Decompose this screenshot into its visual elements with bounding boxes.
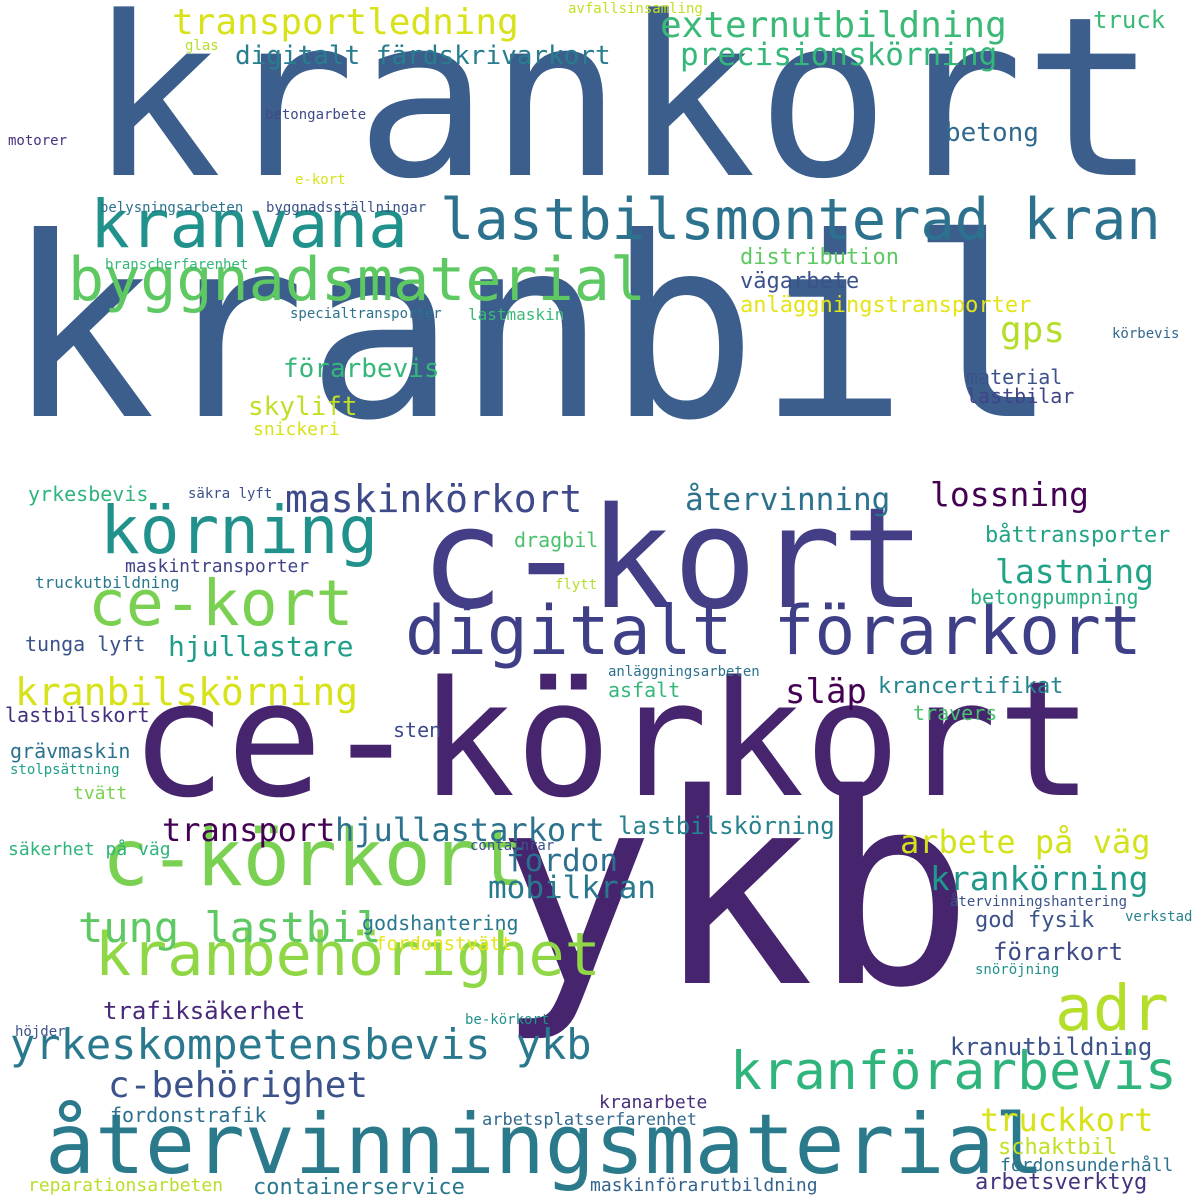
word-lossning: lossning [930, 475, 1089, 514]
word-cloud: kranbil krankort ykb ce-körkort c-kort d… [0, 0, 1200, 1200]
word-arbetsverktyg: arbetsverktyg [975, 1170, 1148, 1195]
word-truckkort: truckkort [980, 1101, 1154, 1139]
word-tvatt: tvätt [73, 783, 128, 804]
word-flytt: flytt [555, 577, 598, 593]
word-distribution: distribution [740, 245, 899, 270]
word-anlaggningsarbeten: anläggningsarbeten [608, 664, 760, 680]
word-arbete-pa-vag: arbete på väg [900, 823, 1151, 861]
word-motorer: motorer [8, 133, 68, 149]
word-godshantering: godshantering [362, 911, 519, 935]
word-reparationsarbeten: reparationsarbeten [28, 1175, 224, 1196]
word-e-kort: e-kort [295, 172, 346, 188]
word-tung-lastbil: tung lastbil [78, 903, 382, 952]
word-truckutbildning: truckutbildning [35, 573, 180, 592]
word-sakerhet-pa-vag: säkerhet på väg [8, 839, 171, 860]
word-skylift: skylift [248, 392, 358, 422]
word-lastbilskort: lastbilskort [5, 703, 150, 727]
word-avfallsinsamling: avfallsinsamling [568, 1, 703, 17]
word-fordonstrafik: fordonstrafik [110, 1103, 267, 1127]
word-transportledning: transportledning [172, 2, 519, 43]
word-sakra-lyft: säkra lyft [188, 486, 273, 502]
word-stolpsattning: stolpsättning [10, 762, 120, 778]
word-fordonstvatt: fordonstvätt [375, 933, 513, 955]
word-hjullastare: hjullastare [168, 630, 354, 663]
word-truck: truck [1093, 6, 1166, 34]
word-lastning: lastning [995, 552, 1154, 591]
word-asfalt: asfalt [608, 678, 681, 702]
word-lastbilsmonterad-kran: lastbilsmonterad kran [440, 187, 1161, 253]
word-lastbilskorning: lastbilskörning [618, 812, 835, 840]
word-containerservice: containerservice [253, 1175, 465, 1200]
word-maskinkorkort: maskinkörkort [285, 477, 583, 521]
word-trafiksakerhet: trafiksäkerhet [103, 997, 306, 1025]
word-god-fysik: god fysik [975, 908, 1095, 933]
word-kranutbildning: kranutbildning [950, 1033, 1153, 1061]
word-krankorning: krankörning [930, 859, 1149, 898]
word-atervinningshantering: återvinningshantering [950, 894, 1128, 910]
word-c-behorighet: c-behörighet [108, 1065, 369, 1106]
word-forarkort: förarkort [993, 938, 1124, 966]
word-dragbil: dragbil [514, 528, 599, 552]
word-vagarbete: vägarbete [740, 269, 860, 294]
word-slap: släp [785, 672, 867, 712]
word-gravmaskin: grävmaskin [10, 739, 131, 763]
word-byggnadsstallningar: byggnadsställningar [266, 200, 427, 216]
word-branscherfarenhet: branscherfarenhet [105, 257, 249, 273]
word-adr: adr [1055, 972, 1169, 1045]
word-anlaggningstransporter: anläggningstransporter [740, 293, 1032, 318]
word-betongpumpning: betongpumpning [970, 585, 1139, 609]
word-arbetsplatserfarenhet: arbetsplatserfarenhet [482, 1110, 697, 1130]
word-precisionskorning: precisionskörning [680, 37, 998, 73]
word-korbevis: körbevis [1112, 326, 1180, 342]
word-betongarbete: betongarbete [265, 107, 367, 123]
word-lastmaskin: lastmaskin [468, 305, 565, 324]
word-be-korkort: be-körkort [465, 1012, 550, 1028]
word-atervinning: återvinning [685, 482, 891, 518]
word-krancertifikat: krancertifikat [878, 674, 1064, 699]
word-verkstad: verkstad [1125, 909, 1193, 925]
word-sten: sten [393, 718, 442, 742]
word-travers: travers [913, 701, 998, 725]
word-betong: betong [945, 118, 1039, 148]
word-gps: gps [1000, 310, 1066, 351]
word-tunga-lyft: tunga lyft [25, 632, 146, 656]
word-snickeri: snickeri [253, 419, 340, 440]
word-lastbilar: lastbilar [966, 384, 1075, 408]
word-battransporter: båttransporter [985, 523, 1171, 548]
word-specialtransporter: specialtransporter [290, 306, 442, 322]
word-digitalt-fardskrivarkort: digitalt färdskrivarkort [235, 41, 611, 71]
word-snorojning: snöröjning [975, 962, 1060, 978]
word-maskinforarutbildning: maskinförarutbildning [590, 1175, 818, 1196]
word-belysningsarbeten: belysningsarbeten [100, 200, 244, 216]
word-containrar: containrar [470, 838, 555, 854]
word-forarbevis: förarbevis [283, 354, 440, 384]
word-yrkeskompetensbevis-ykb: yrkeskompetensbevis ykb [10, 1020, 592, 1069]
word-hojder: höjder [15, 1024, 66, 1040]
word-yrkesbevis: yrkesbevis [28, 482, 149, 506]
word-glas: glas [185, 38, 219, 54]
word-transport: transport [162, 811, 336, 849]
